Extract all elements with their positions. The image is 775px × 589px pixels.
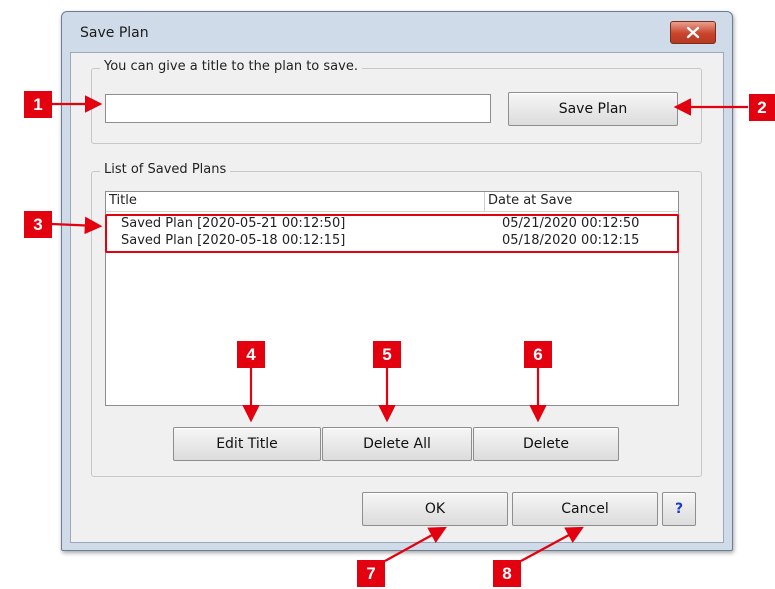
arrow-7 — [384, 526, 447, 562]
annotation-arrows — [51, 95, 748, 562]
arrow-3 — [51, 216, 103, 235]
arrow-8 — [520, 526, 584, 562]
